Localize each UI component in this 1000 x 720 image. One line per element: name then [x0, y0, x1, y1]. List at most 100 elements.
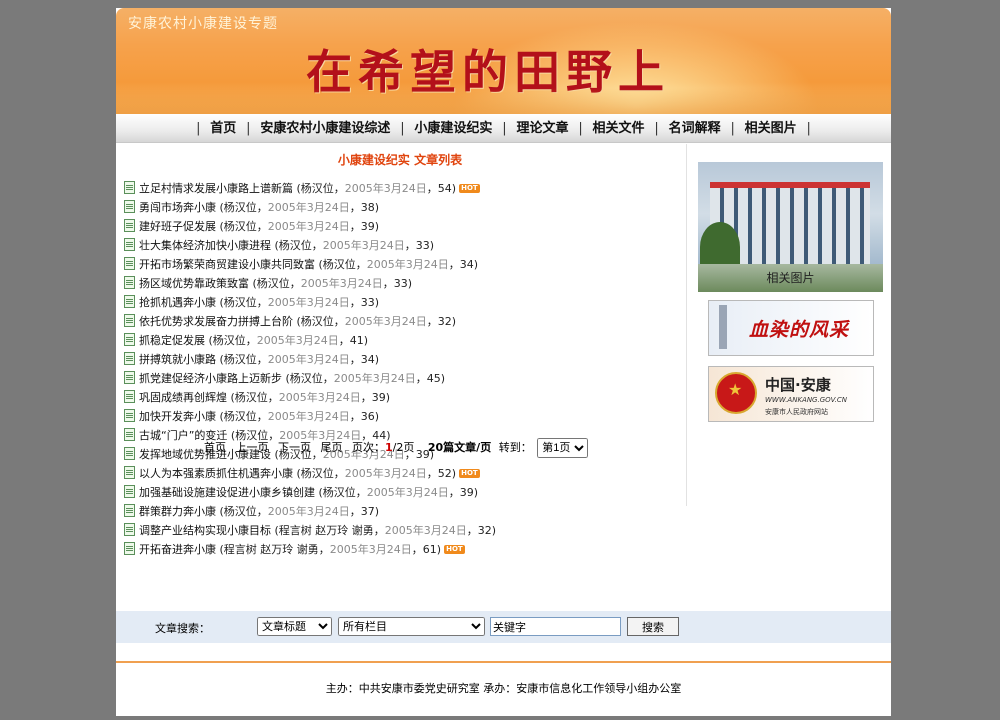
list-item: 建好班子促发展 (杨汉位，2005年3月24日，39): [124, 217, 684, 236]
article-date: 2005年3月24日: [267, 353, 350, 366]
article-title-link[interactable]: 建好班子促发展: [139, 220, 216, 233]
pager-prev[interactable]: 上一页: [236, 441, 269, 454]
article-meta-close: ): [451, 315, 457, 328]
article-title-link[interactable]: 立足村情求发展小康路上谱新篇: [139, 182, 293, 195]
article-meta-sep: ，: [349, 410, 361, 423]
article-date: 2005年3月24日: [329, 543, 412, 556]
article-views: 52: [437, 467, 452, 480]
list-item: 立足村情求发展小康路上谱新篇 (杨汉位，2005年3月24日，54) HOT: [124, 179, 684, 198]
article-title-link[interactable]: 拼搏筑就小康路: [139, 353, 216, 366]
pager-goto-select[interactable]: 第1页: [537, 438, 589, 458]
search-column-select[interactable]: 所有栏目: [338, 617, 485, 636]
list-item: 群策群力奔小康 (杨汉位，2005年3月24日，37): [124, 502, 684, 521]
document-icon: [124, 542, 135, 555]
article-title-link[interactable]: 巩固成绩再创辉煌: [139, 391, 227, 404]
document-icon: [124, 409, 135, 422]
article-author: 杨汉位: [322, 486, 356, 499]
nav-item-records[interactable]: 小康建设纪实: [414, 121, 492, 136]
article-title-link[interactable]: 加强基础设施建设促进小康乡镇创建: [139, 486, 315, 499]
article-meta-close: ): [451, 467, 457, 480]
search-button[interactable]: 搜索: [627, 617, 679, 636]
photo-caption[interactable]: 相关图片: [698, 269, 883, 286]
article-meta-sep: ，: [256, 296, 268, 309]
article-meta-sep: ，: [322, 372, 334, 385]
article-author: 杨汉位: [289, 372, 323, 385]
article-author: 杨汉位: [300, 467, 334, 480]
list-item: 拼搏筑就小康路 (杨汉位，2005年3月24日，34): [124, 350, 684, 369]
article-meta-sep: ，: [466, 524, 478, 537]
footer-divider: [116, 661, 891, 663]
nav-item-overview[interactable]: 安康农村小康建设综述: [260, 121, 390, 136]
article-date: 2005年3月24日: [333, 372, 416, 385]
article-author: 杨汉位: [234, 391, 268, 404]
list-item: 开拓奋进奔小康 (程言树 赵万玲 谢勇，2005年3月24日，61) HOT: [124, 540, 684, 559]
article-title-link[interactable]: 开拓奋进奔小康: [139, 543, 216, 556]
document-icon: [124, 276, 135, 289]
article-meta-sep: ，: [426, 315, 438, 328]
ankang-gov-banner[interactable]: 中国·安康 WWW.ANKANG.GOV.CN 安康市人民政府网站: [708, 366, 874, 422]
keyword-input[interactable]: [490, 617, 621, 636]
article-title-link[interactable]: 加快开发奔小康: [139, 410, 216, 423]
article-meta-open: (: [216, 353, 224, 366]
article-meta-open: (: [227, 391, 235, 404]
article-title-link[interactable]: 扬区域优势靠政策致富: [139, 277, 249, 290]
article-meta-open: (: [293, 315, 301, 328]
nav-item-theory[interactable]: 理论文章: [516, 121, 568, 136]
document-icon: [124, 523, 135, 536]
article-title-link[interactable]: 开拓市场繁荣商贸建设小康共同致富: [139, 258, 315, 271]
article-date: 2005年3月24日: [322, 239, 405, 252]
nav-item-home[interactable]: 首页: [210, 121, 236, 136]
article-meta-open: (: [216, 543, 224, 556]
search-field-select[interactable]: 文章标题: [257, 617, 332, 636]
article-date: 2005年3月24日: [267, 201, 350, 214]
article-title-link[interactable]: 群策群力奔小康: [139, 505, 216, 518]
nav-separator: |: [806, 121, 811, 136]
article-title-link[interactable]: 抓稳定促发展: [139, 334, 205, 347]
related-photo[interactable]: 相关图片: [698, 162, 883, 292]
banner-field-image: [116, 88, 891, 114]
pager-next[interactable]: 下一页: [278, 441, 311, 454]
pager-last[interactable]: 尾页: [321, 441, 343, 454]
article-meta-open: (: [293, 467, 301, 480]
article-date: 2005年3月24日: [366, 486, 449, 499]
nav-item-glossary[interactable]: 名词解释: [669, 121, 721, 136]
article-date: 2005年3月24日: [366, 258, 449, 271]
article-list: 立足村情求发展小康路上谱新篇 (杨汉位，2005年3月24日，54) HOT 勇闯市…: [124, 179, 684, 559]
article-meta-sep: ，: [333, 467, 345, 480]
article-title-link[interactable]: 壮大集体经济加快小康进程: [139, 239, 271, 252]
article-title-link[interactable]: 依托优势求发展奋力拼搏上台阶: [139, 315, 293, 328]
ad2-name: 安康市人民政府网站: [765, 408, 828, 416]
article-title-link[interactable]: 调整产业结构实现小康目标: [139, 524, 271, 537]
nav-item-documents[interactable]: 相关文件: [593, 121, 645, 136]
article-meta-sep: ，: [267, 391, 279, 404]
article-meta-sep: ，: [415, 372, 427, 385]
article-meta-sep: ，: [360, 391, 372, 404]
article-meta-close: ): [451, 182, 457, 195]
article-meta-open: (: [293, 182, 301, 195]
article-date: 2005年3月24日: [267, 410, 350, 423]
pager-first[interactable]: 首页: [204, 441, 226, 454]
xue-ran-de-feng-cai-banner[interactable]: 血染的风采: [708, 300, 874, 356]
document-icon: [124, 314, 135, 327]
article-date: 2005年3月24日: [267, 220, 350, 233]
article-meta-close: ): [436, 543, 442, 556]
article-views: 39: [360, 220, 375, 233]
article-author: 杨汉位: [223, 505, 257, 518]
article-views: 33: [360, 296, 375, 309]
article-views: 39: [371, 391, 386, 404]
list-item: 勇闯市场奔小康 (杨汉位，2005年3月24日，38): [124, 198, 684, 217]
article-meta-sep: ，: [355, 486, 367, 499]
article-title-link[interactable]: 勇闯市场奔小康: [139, 201, 216, 214]
article-title-link[interactable]: 以人为本强素质抓住机遇奔小康: [139, 467, 293, 480]
ad1-text: 血染的风采: [749, 319, 850, 341]
article-title-link[interactable]: 抓党建促经济小康路上迈新步: [139, 372, 282, 385]
article-views: 45: [426, 372, 441, 385]
article-meta-open: (: [271, 239, 279, 252]
nav-separator: |: [578, 121, 583, 136]
article-title-link[interactable]: 抢抓机遇奔小康: [139, 296, 216, 309]
nav-item-photos[interactable]: 相关图片: [745, 121, 797, 136]
header-banner: 安康农村小康建设专题 在希望的田野上: [116, 8, 891, 114]
article-views: 61: [422, 543, 437, 556]
article-meta-open: (: [216, 220, 224, 233]
article-views: 34: [360, 353, 375, 366]
